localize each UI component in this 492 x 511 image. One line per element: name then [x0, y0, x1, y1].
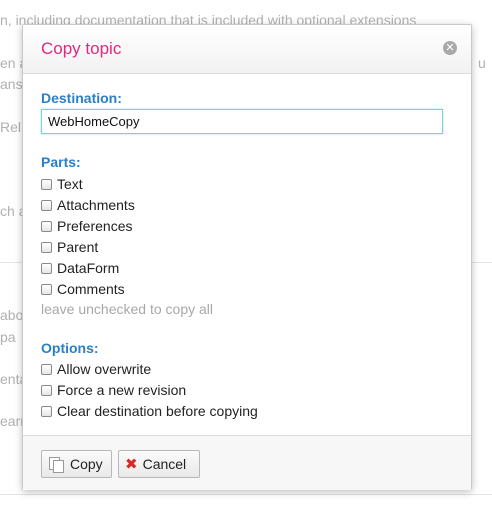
checkbox[interactable]: [41, 384, 52, 396]
destination-label: Destination:: [41, 90, 122, 106]
dialog-title: Copy topic: [41, 39, 122, 58]
parts-hint: leave unchecked to copy all: [41, 301, 213, 317]
checkbox-label: Force a new revision: [57, 382, 187, 398]
checkbox-label: Clear destination before copying: [57, 403, 258, 419]
checkbox-label: DataForm: [57, 260, 120, 276]
part-checkbox-attachments[interactable]: Attachments: [41, 196, 135, 214]
checkbox[interactable]: [41, 220, 52, 232]
part-checkbox-comments[interactable]: Comments: [41, 280, 125, 298]
checkbox[interactable]: [41, 262, 52, 274]
dialog-footer: Copy ✖ Cancel: [23, 435, 471, 490]
checkbox[interactable]: [41, 199, 52, 211]
part-checkbox-preferences[interactable]: Preferences: [41, 217, 132, 235]
background-text: ans: [0, 76, 23, 92]
cancel-icon: ✖: [125, 455, 138, 473]
parts-label: Parts:: [41, 154, 81, 170]
part-checkbox-text[interactable]: Text: [41, 175, 83, 193]
cancel-button-label: Cancel: [142, 456, 187, 472]
checkbox-label: Attachments: [57, 197, 135, 213]
close-icon[interactable]: ✕: [443, 41, 457, 55]
cancel-button[interactable]: ✖ Cancel: [118, 450, 200, 478]
checkbox-label: Parent: [57, 239, 99, 255]
background-text: u: [478, 55, 486, 71]
part-checkbox-dataform[interactable]: DataForm: [41, 259, 119, 277]
checkbox-label: Comments: [57, 281, 125, 297]
background-divider: [0, 494, 492, 495]
option-checkbox-clear-destination[interactable]: Clear destination before copying: [41, 402, 258, 420]
part-checkbox-parent[interactable]: Parent: [41, 238, 98, 256]
destination-input[interactable]: [41, 109, 443, 134]
copy-topic-dialog: Copy topic ✕ Destination: Parts: Text At…: [22, 24, 472, 490]
checkbox-label: Allow overwrite: [57, 361, 152, 377]
checkbox[interactable]: [41, 363, 52, 375]
options-label: Options:: [41, 340, 99, 356]
option-checkbox-allow-overwrite[interactable]: Allow overwrite: [41, 360, 151, 378]
background-text: Rel: [0, 119, 22, 135]
checkbox[interactable]: [41, 178, 52, 190]
copy-button[interactable]: Copy: [41, 450, 112, 478]
checkbox[interactable]: [41, 405, 52, 417]
checkbox[interactable]: [41, 283, 52, 295]
background-text: pa: [0, 329, 16, 345]
copy-icon: [48, 456, 64, 473]
option-checkbox-force-new-revision[interactable]: Force a new revision: [41, 381, 186, 399]
dialog-header: Copy topic ✕: [23, 25, 471, 74]
checkbox-label: Preferences: [57, 218, 133, 234]
checkbox-label: Text: [57, 176, 83, 192]
background-text: abo: [0, 307, 24, 323]
copy-button-label: Copy: [70, 456, 103, 472]
checkbox[interactable]: [41, 241, 52, 253]
